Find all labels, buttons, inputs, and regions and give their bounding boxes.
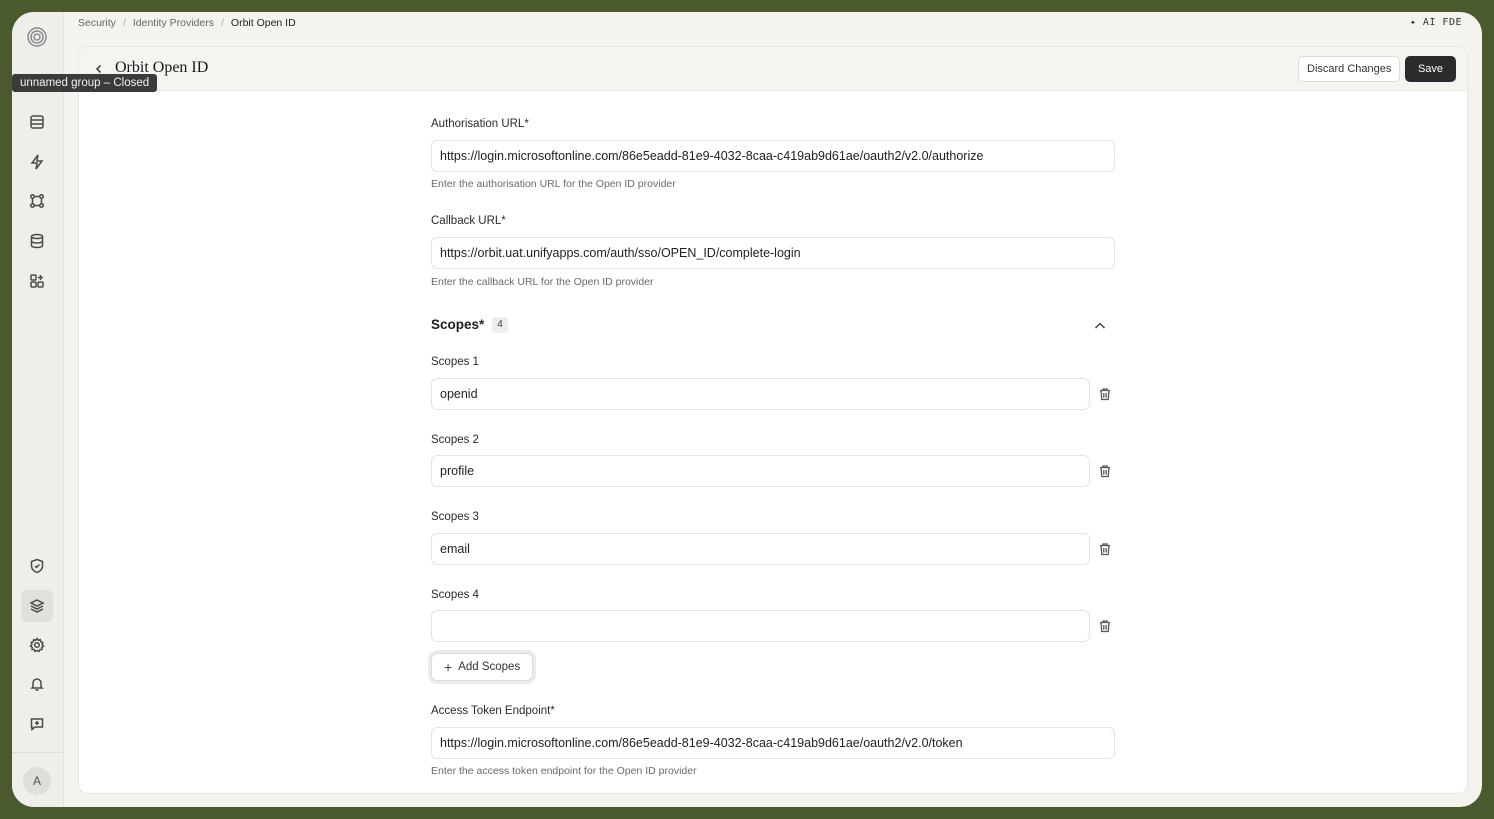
auth-url-label: Authorisation URL* bbox=[431, 118, 529, 130]
sidebar-item-apps[interactable] bbox=[24, 268, 50, 294]
topbar: Security / Identity Providers / Orbit Op… bbox=[64, 12, 1482, 46]
breadcrumb-identity-providers[interactable]: Identity Providers bbox=[133, 17, 214, 29]
scope-4-input[interactable] bbox=[431, 610, 1090, 642]
token-endpoint-help: Enter the access token endpoint for the … bbox=[431, 765, 697, 777]
panel-header: Orbit Open ID Discard Changes Save bbox=[79, 47, 1467, 91]
auth-url-input[interactable] bbox=[431, 140, 1115, 172]
app-window: A unnamed group – Closed Security / Iden… bbox=[12, 12, 1482, 807]
sidebar-item-data[interactable] bbox=[24, 228, 50, 254]
add-scopes-label: Add Scopes bbox=[458, 661, 521, 673]
token-endpoint-label: Access Token Endpoint* bbox=[431, 705, 555, 717]
scope-1-label: Scopes 1 bbox=[431, 356, 479, 368]
breadcrumb-separator: / bbox=[220, 17, 224, 29]
layers-icon bbox=[29, 599, 45, 613]
logo-icon[interactable] bbox=[24, 24, 50, 50]
scope-3-label: Scopes 3 bbox=[431, 511, 479, 523]
delete-scope-2-icon[interactable] bbox=[1098, 464, 1112, 478]
bell-icon bbox=[30, 678, 44, 691]
lightning-icon bbox=[30, 154, 44, 170]
breadcrumb: Security / Identity Providers / Orbit Op… bbox=[78, 17, 296, 29]
scope-3-input[interactable] bbox=[431, 533, 1090, 565]
sidebar: A bbox=[12, 12, 64, 807]
scopes-section-title: Scopes* bbox=[431, 317, 485, 332]
tooltip: unnamed group – Closed bbox=[12, 74, 158, 92]
chat-plus-icon bbox=[30, 718, 44, 732]
sidebar-item-security[interactable] bbox=[24, 553, 50, 579]
sidebar-item-inbox[interactable] bbox=[24, 109, 50, 135]
apps-icon bbox=[30, 274, 44, 288]
breadcrumb-security[interactable]: Security bbox=[78, 17, 116, 29]
token-endpoint-input[interactable] bbox=[431, 727, 1115, 759]
scope-4-label: Scopes 4 bbox=[431, 589, 479, 601]
plus-icon: + bbox=[444, 659, 453, 675]
scopes-count-badge: 4 bbox=[492, 317, 508, 333]
callback-url-input[interactable] bbox=[431, 237, 1115, 269]
discard-changes-button[interactable]: Discard Changes bbox=[1298, 56, 1401, 82]
shield-icon bbox=[30, 558, 44, 574]
auth-url-help: Enter the authorisation URL for the Open… bbox=[431, 178, 676, 190]
sidebar-divider bbox=[12, 752, 64, 753]
save-button[interactable]: Save bbox=[1405, 56, 1456, 82]
gear-icon bbox=[29, 637, 45, 653]
ai-fde-button[interactable]: ✦ AI FDE bbox=[1410, 17, 1462, 28]
sidebar-item-settings[interactable] bbox=[24, 632, 50, 658]
avatar[interactable]: A bbox=[23, 767, 51, 795]
breadcrumb-separator: / bbox=[122, 17, 126, 29]
sidebar-item-automations[interactable] bbox=[24, 149, 50, 175]
scope-2-input[interactable] bbox=[431, 455, 1090, 487]
breadcrumb-current: Orbit Open ID bbox=[230, 17, 296, 29]
sidebar-item-workflows[interactable] bbox=[24, 188, 50, 214]
sidebar-item-feedback[interactable] bbox=[24, 711, 50, 737]
inbox-icon bbox=[30, 115, 44, 129]
add-scopes-button[interactable]: + Add Scopes bbox=[431, 653, 534, 681]
delete-scope-3-icon[interactable] bbox=[1098, 542, 1112, 556]
back-button[interactable] bbox=[93, 62, 105, 74]
scope-2-label: Scopes 2 bbox=[431, 434, 479, 446]
scope-1-input[interactable] bbox=[431, 378, 1090, 410]
delete-scope-4-icon[interactable] bbox=[1098, 619, 1112, 633]
workflow-icon bbox=[29, 193, 45, 209]
delete-scope-1-icon[interactable] bbox=[1098, 387, 1112, 401]
callback-url-help: Enter the callback URL for the Open ID p… bbox=[431, 276, 654, 288]
main-panel: Orbit Open ID Discard Changes Save Autho… bbox=[78, 46, 1468, 794]
sidebar-item-layers[interactable] bbox=[21, 590, 53, 622]
sidebar-item-notifications[interactable] bbox=[24, 671, 50, 697]
callback-url-label: Callback URL* bbox=[431, 215, 506, 227]
database-icon bbox=[30, 233, 44, 249]
chevron-up-icon[interactable] bbox=[1093, 319, 1107, 333]
